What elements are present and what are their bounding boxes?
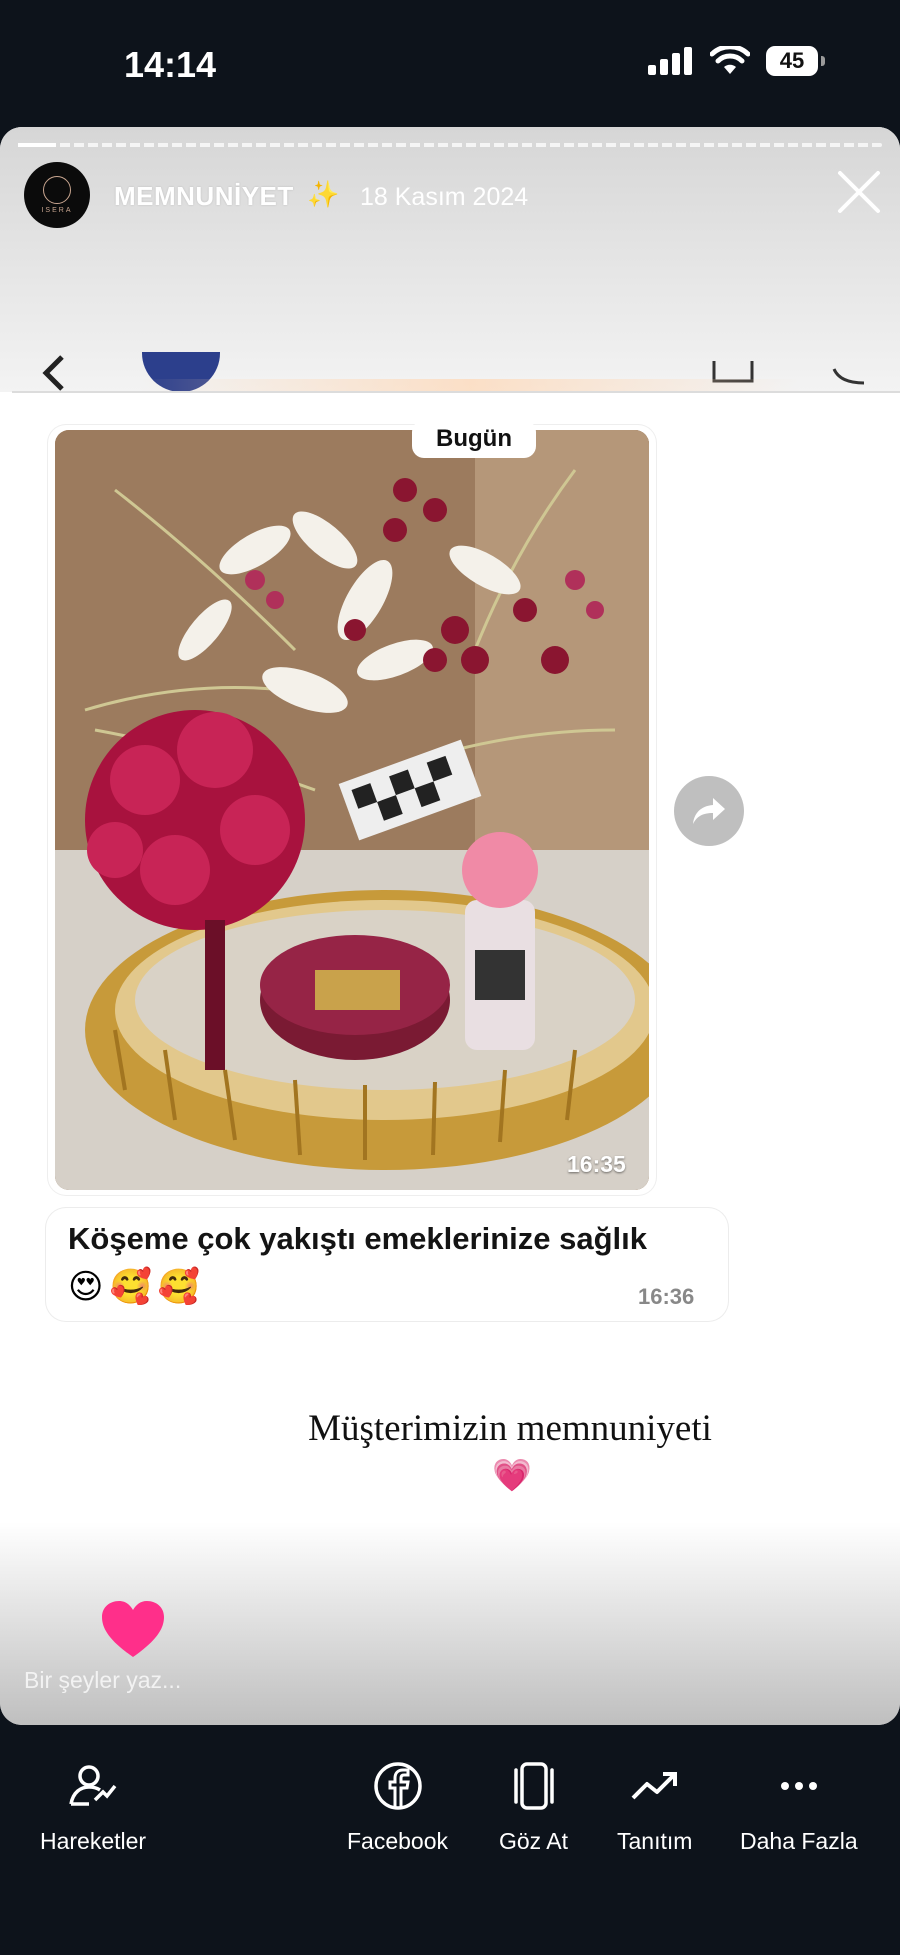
browse-cards-icon — [508, 1760, 560, 1812]
chat-header-divider — [12, 391, 900, 393]
caption-heart-emoji: 💗 — [492, 1457, 532, 1493]
action-hareketler[interactable]: Hareketler — [40, 1760, 146, 1855]
flower-arrangement-photo — [55, 430, 649, 1190]
photo-timestamp: 16:35 — [567, 1151, 626, 1177]
wifi-icon — [710, 46, 750, 74]
back-arrow-icon — [36, 347, 72, 395]
avatar-logo-text: ISERA — [41, 207, 73, 214]
battery-icon: 45 — [766, 46, 825, 76]
forward-button[interactable] — [674, 776, 744, 846]
shared-photo[interactable] — [55, 430, 649, 1190]
avatar-logo-ring — [43, 176, 71, 204]
story-progress-bar — [18, 143, 882, 147]
story-viewer: ISERA MEMNUNİYET ✨ 18 Kasım 2024 Bugün 1… — [0, 127, 900, 1725]
cellular-signal-icon — [648, 47, 692, 75]
action-label: Daha Fazla — [740, 1828, 858, 1854]
story-avatar[interactable]: ISERA — [24, 162, 90, 228]
message-emoji: 😍🥰🥰 — [68, 1268, 207, 1306]
reply-input[interactable]: Bir şeyler yaz... — [24, 1667, 181, 1694]
story-date: 18 Kasım 2024 — [360, 183, 529, 211]
story-caption: Müşterimizin memnuniyeti — [308, 1408, 712, 1449]
story-header-area — [0, 127, 900, 392]
header-glow — [140, 379, 800, 391]
story-action-bar: Hareketler Facebook Göz At Tanıtım Daha … — [0, 1760, 900, 1880]
message-timestamp: 16:36 — [638, 1284, 695, 1309]
action-label: Hareketler — [40, 1828, 147, 1854]
action-goz-at[interactable]: Göz At — [499, 1760, 568, 1855]
sparkle-emoji: ✨ — [307, 179, 340, 209]
close-icon[interactable] — [836, 169, 882, 215]
status-icons: 45 — [648, 46, 825, 76]
action-daha-fazla[interactable]: Daha Fazla — [740, 1760, 858, 1855]
activity-person-icon — [67, 1760, 119, 1812]
day-badge: Bugün — [412, 420, 536, 458]
heart-like-icon[interactable] — [100, 1599, 166, 1659]
facebook-icon — [372, 1760, 424, 1812]
action-facebook[interactable]: Facebook — [347, 1760, 448, 1855]
story-progress-fill — [18, 143, 56, 147]
more-dots-icon — [773, 1760, 825, 1812]
forward-arrow-icon — [693, 798, 725, 824]
action-label: Facebook — [347, 1828, 449, 1854]
action-label: Göz At — [499, 1828, 569, 1854]
message-text: Köşeme çok yakıştı emeklerinize sağlık — [68, 1221, 647, 1256]
story-account-name[interactable]: MEMNUNİYET — [114, 181, 294, 212]
status-time: 14:14 — [124, 44, 217, 85]
phone-call-icon — [832, 368, 865, 385]
action-label: Tanıtım — [617, 1828, 693, 1854]
action-tanitim[interactable]: Tanıtım — [617, 1760, 692, 1855]
trend-up-icon — [629, 1760, 681, 1812]
